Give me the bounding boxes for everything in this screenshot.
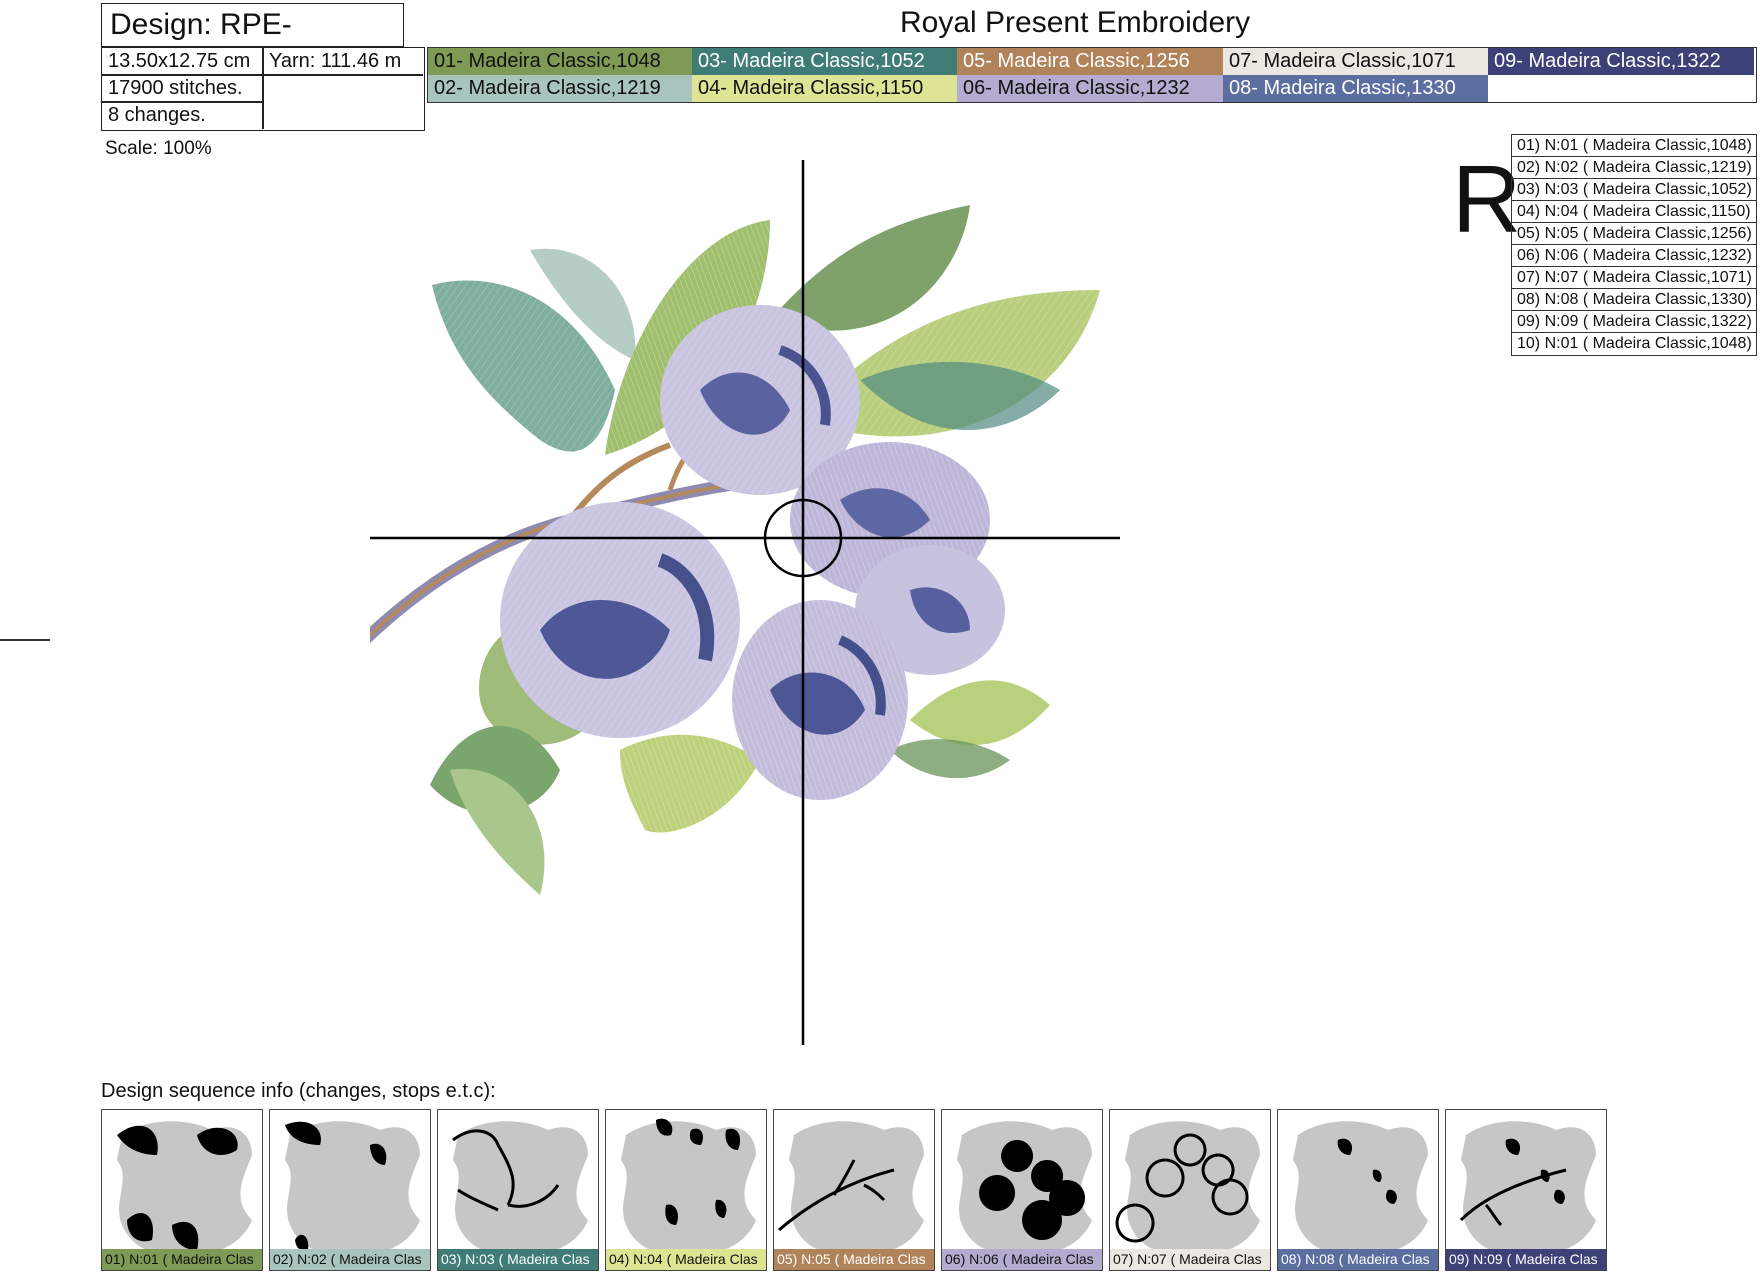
sequence-row: 03) N:03 ( Madeira Classic,1052) — [1512, 179, 1756, 201]
design-silhouette — [1461, 1121, 1596, 1250]
table-divider — [262, 48, 264, 129]
sequence-heading: Design sequence info (changes, stops e.t… — [101, 1080, 496, 1102]
sequence-row: 02) N:02 ( Madeira Classic,1219) — [1512, 157, 1756, 179]
thumbnail-preview — [1293, 1121, 1428, 1250]
thumbnail-preview — [117, 1121, 252, 1250]
sequence-thumbnail-01: 01) N:01 ( Madeira Clas — [101, 1109, 263, 1271]
sequence-thumbnail-07: 07) N:07 ( Madeira Clas — [1109, 1109, 1271, 1271]
sequence-row: 07) N:07 ( Madeira Classic,1071) — [1512, 267, 1756, 289]
sequence-row: 05) N:05 ( Madeira Classic,1256) — [1512, 223, 1756, 245]
sequence-row: 10) N:01 ( Madeira Classic,1048) — [1517, 335, 1752, 352]
thread-swatch-07: 07- Madeira Classic,1071 — [1223, 48, 1488, 75]
thumbnail-label: 04) N:04 ( Madeira Clas — [606, 1249, 766, 1270]
brand-title: Royal Present Embroidery — [900, 6, 1251, 39]
design-silhouette — [789, 1121, 924, 1250]
stitch-area — [1001, 1140, 1034, 1172]
sequence-row: 06) N:06 ( Madeira Classic,1232) — [1512, 245, 1756, 267]
thread-swatch-04: 04- Madeira Classic,1150 — [692, 75, 957, 102]
sequence-thumbnail-09: 09) N:09 ( Madeira Clas — [1445, 1109, 1607, 1271]
sequence-thumbnail-06: 06) N:06 ( Madeira Clas — [941, 1109, 1103, 1271]
yarn-length: Yarn: 111.46 m — [269, 50, 402, 72]
sequence-row: 09) N:09 ( Madeira Classic,1322) — [1512, 311, 1756, 333]
sequence-thumbnail-03: 03) N:03 ( Madeira Clas — [437, 1109, 599, 1271]
table-divider — [102, 101, 262, 103]
scale-label: Scale: 100% — [105, 138, 212, 159]
table-divider — [102, 74, 423, 76]
design-silhouette — [1125, 1121, 1260, 1250]
thread-swatch-02: 02- Madeira Classic,1219 — [428, 75, 692, 102]
thumbnail-label: 07) N:07 ( Madeira Clas — [1110, 1249, 1270, 1270]
edge-tick-mark — [0, 639, 50, 641]
thumbnail-label: 05) N:05 ( Madeira Clas — [774, 1249, 934, 1270]
thread-swatch-03: 03- Madeira Classic,1052 — [692, 48, 957, 75]
thumbnail-preview — [1115, 1121, 1260, 1250]
design-size: 13.50x12.75 cm — [108, 50, 251, 72]
thumbnail-preview — [778, 1121, 924, 1250]
sequence-thumbnail-05: 05) N:05 ( Madeira Clas — [773, 1109, 935, 1271]
thumbnail-label: 06) N:06 ( Madeira Clas — [942, 1249, 1102, 1270]
sequence-row: 01) N:01 ( Madeira Classic,1048) — [1512, 135, 1756, 157]
thumbnail-label: 02) N:02 ( Madeira Clas — [270, 1249, 430, 1270]
sequence-thumbnail-08: 08) N:08 ( Madeira Clas — [1277, 1109, 1439, 1271]
thread-swatch-09: 09- Madeira Classic,1322 — [1488, 48, 1754, 75]
thumbnail-preview — [285, 1121, 420, 1250]
thread-swatch-01: 01- Madeira Classic,1048 — [428, 48, 692, 75]
thread-swatch-05: 05- Madeira Classic,1256 — [957, 48, 1223, 75]
thumbnail-label: 03) N:03 ( Madeira Clas — [438, 1249, 598, 1270]
design-preview — [370, 160, 1120, 1045]
thread-palette: 01- Madeira Classic,1048 02- Madeira Clas… — [427, 47, 1757, 103]
stitch-area — [979, 1175, 1016, 1211]
sequence-thumbnail-02: 02) N:02 ( Madeira Clas — [269, 1109, 431, 1271]
change-count: 8 changes. — [108, 104, 206, 126]
thumbnail-preview — [452, 1121, 588, 1250]
design-title: Design: RPE-1048_22 — [101, 3, 404, 83]
design-info-table: 13.50x12.75 cm Yarn: 111.46 m 17900 stit… — [101, 47, 425, 131]
sequence-thumbnail-04: 04) N:04 ( Madeira Clas — [605, 1109, 767, 1271]
thumbnail-label: 08) N:08 ( Madeira Clas — [1278, 1249, 1438, 1270]
thumbnail-preview — [621, 1118, 756, 1250]
design-silhouette — [1293, 1121, 1428, 1250]
sequence-row: 08) N:08 ( Madeira Classic,1330) — [1512, 289, 1756, 311]
thread-swatch-08: 08- Madeira Classic,1330 — [1223, 75, 1488, 102]
design-silhouette — [453, 1121, 588, 1250]
thumbnail-preview — [957, 1121, 1092, 1250]
stitch-area — [1022, 1200, 1063, 1240]
thumbnail-preview — [1459, 1121, 1596, 1250]
sequence-row: 04) N:04 ( Madeira Classic,1150) — [1512, 201, 1756, 223]
thread-swatch-06: 06- Madeira Classic,1232 — [957, 75, 1223, 102]
stitch-count: 17900 stitches. — [108, 77, 243, 99]
thumbnail-label: 09) N:09 ( Madeira Clas — [1446, 1249, 1606, 1270]
color-sequence-list: 01) N:01 ( Madeira Classic,1048) 02) N:02… — [1511, 134, 1757, 356]
thumbnail-label: 01) N:01 ( Madeira Clas — [102, 1249, 262, 1270]
